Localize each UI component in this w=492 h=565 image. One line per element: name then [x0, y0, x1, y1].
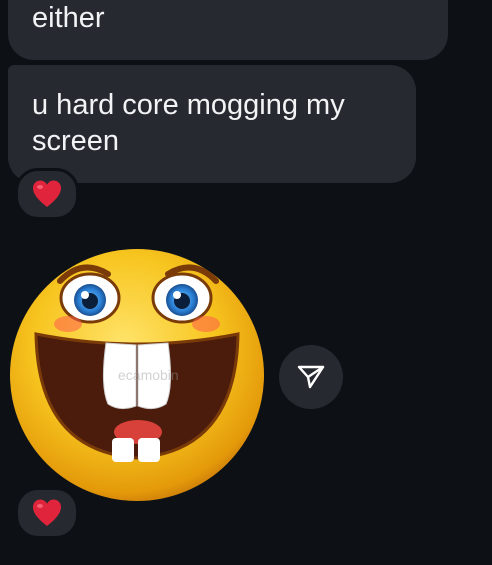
message-text: either: [32, 2, 105, 34]
message-bubble[interactable]: u hard core mogging my screen: [8, 65, 416, 183]
sticker-reaction-heart[interactable]: [15, 487, 79, 539]
heart-icon: [33, 180, 61, 207]
message-bubble-previous[interactable]: either: [8, 0, 448, 60]
message-reaction-heart[interactable]: [15, 168, 79, 220]
message-text-line: u hard core mogging my: [32, 89, 345, 121]
share-button[interactable]: [279, 345, 343, 409]
send-icon: [297, 365, 325, 389]
message-text-line: screen: [32, 125, 120, 157]
laughing-emoji-sticker[interactable]: ecamobin: [8, 246, 266, 504]
heart-icon: [33, 499, 61, 526]
chat-screen: either u hard core mogging my screen eca…: [0, 0, 492, 565]
sticker-watermark: ecamobin: [118, 367, 179, 383]
laughing-face-icon: ecamobin: [10, 249, 264, 501]
